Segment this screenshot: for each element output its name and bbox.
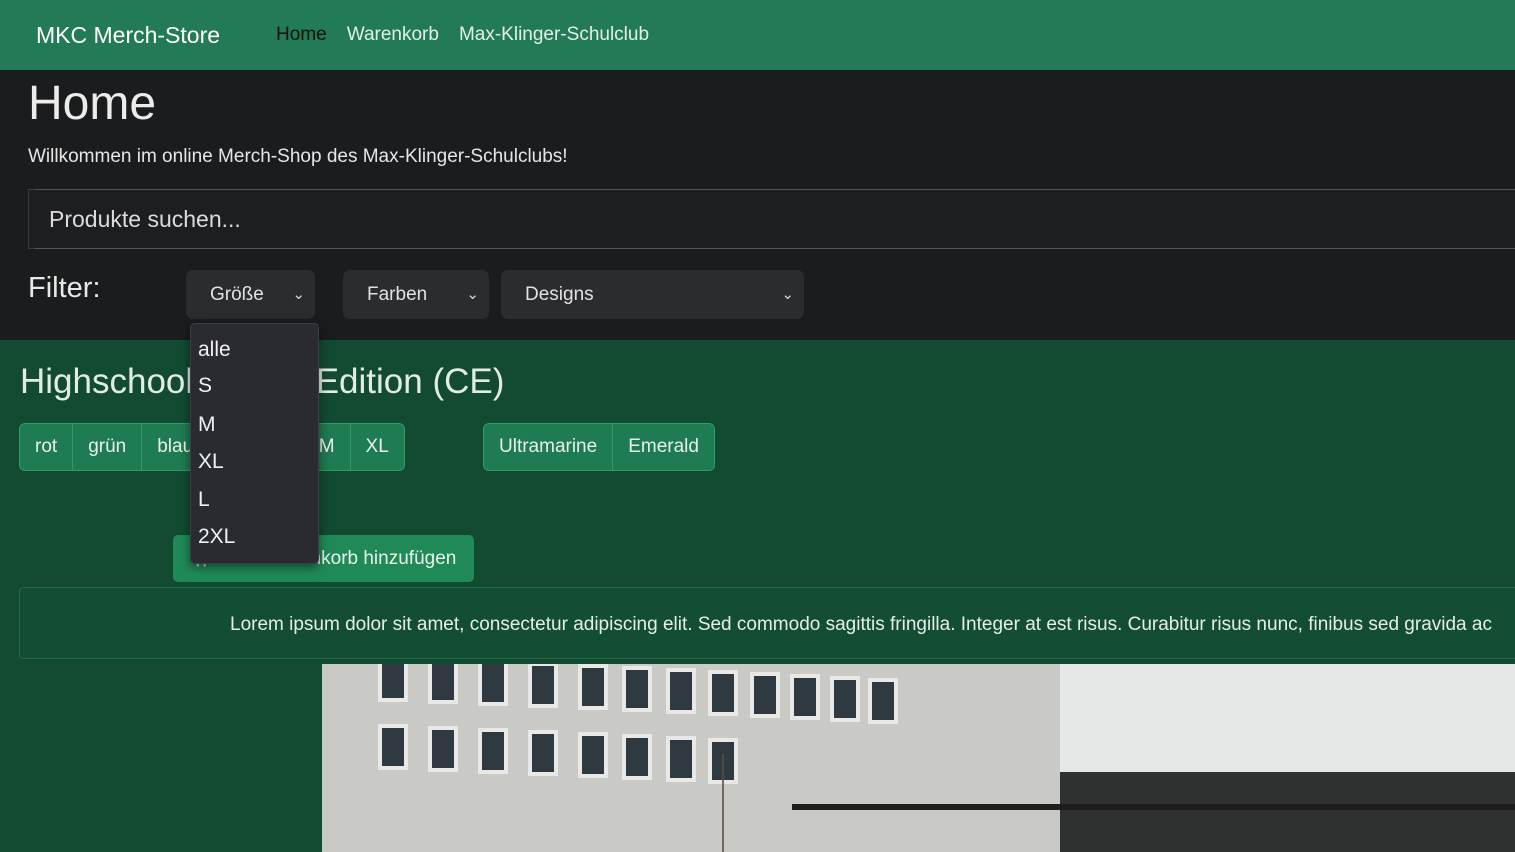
nav-link-home[interactable]: Home xyxy=(266,24,337,46)
size-option-2xl[interactable]: 2XL xyxy=(198,525,235,549)
size-option-l[interactable]: L xyxy=(198,488,210,512)
size-select[interactable]: Größe ⌄ xyxy=(186,270,315,319)
photo-hangar xyxy=(1060,772,1515,852)
search-box-inner xyxy=(35,189,1515,249)
hero-section: Home Willkommen im online Merch-Shop des… xyxy=(0,70,1515,340)
size-button-xl[interactable]: XL xyxy=(350,424,404,470)
color-button-rot[interactable]: rot xyxy=(20,424,74,470)
chevron-down-icon: ⌄ xyxy=(781,286,794,303)
photo-tree xyxy=(722,754,812,852)
welcome-text: Willkommen im online Merch-Shop des Max-… xyxy=(28,146,568,167)
chevron-down-icon: ⌄ xyxy=(292,286,305,303)
design-button-emerald[interactable]: Emerald xyxy=(613,424,714,470)
photo-window xyxy=(378,724,408,770)
photo-window xyxy=(830,676,860,722)
photo-fence xyxy=(792,804,1515,810)
photo-window xyxy=(666,736,696,782)
photo-window xyxy=(578,664,608,710)
nav-links: Home Warenkorb Max-Klinger-Schulclub xyxy=(266,24,659,46)
photo-window xyxy=(708,670,738,716)
design-button-ultramarine[interactable]: Ultramarine xyxy=(484,424,614,470)
size-option-m[interactable]: M xyxy=(198,413,216,437)
photo-window xyxy=(378,664,408,702)
size-option-alle[interactable]: alle xyxy=(198,338,231,362)
search-box[interactable]: Produkte suchen... xyxy=(28,189,1515,249)
photo-window xyxy=(868,678,898,724)
photo-window xyxy=(528,730,558,776)
brand-link[interactable]: MKC Merch-Store xyxy=(36,22,220,49)
colors-select-value: Farben xyxy=(367,284,428,305)
color-button-group: rot grün blau xyxy=(19,423,210,471)
chevron-down-icon: ⌄ xyxy=(466,286,479,303)
design-button-group: Ultramarine Emerald xyxy=(483,423,715,471)
size-select-value: Größe xyxy=(210,284,264,305)
page-title: Home xyxy=(28,77,157,130)
search-input[interactable]: Produkte suchen... xyxy=(49,206,241,233)
filter-label: Filter: xyxy=(28,272,101,304)
photo-window xyxy=(666,668,696,714)
colors-select[interactable]: Farben ⌄ xyxy=(343,270,489,319)
photo-window xyxy=(528,664,558,708)
size-option-s[interactable]: S xyxy=(198,374,212,398)
photo-window xyxy=(622,666,652,712)
designs-select[interactable]: Designs ⌄ xyxy=(501,270,804,319)
nav-link-schulclub[interactable]: Max-Klinger-Schulclub xyxy=(449,24,659,46)
photo-window xyxy=(578,732,608,778)
photo-window xyxy=(750,672,780,718)
photo-window xyxy=(428,664,458,704)
photo-window xyxy=(478,728,508,774)
navbar: MKC Merch-Store Home Warenkorb Max-Kling… xyxy=(0,0,1515,70)
photo-window xyxy=(790,674,820,720)
product-photo xyxy=(322,664,1515,852)
color-button-gruen[interactable]: grün xyxy=(73,424,143,470)
size-option-xl[interactable]: XL xyxy=(198,450,224,474)
description-box: Lorem ipsum dolor sit amet, consectetur … xyxy=(19,587,1515,659)
size-dropdown-menu: alle S M XL L 2XL xyxy=(190,323,319,564)
designs-select-value: Designs xyxy=(525,284,594,305)
nav-link-warenkorb[interactable]: Warenkorb xyxy=(337,24,449,46)
product-description: Lorem ipsum dolor sit amet, consectetur … xyxy=(230,614,1492,635)
photo-window xyxy=(622,734,652,780)
photo-window xyxy=(428,726,458,772)
photo-window xyxy=(478,664,508,706)
